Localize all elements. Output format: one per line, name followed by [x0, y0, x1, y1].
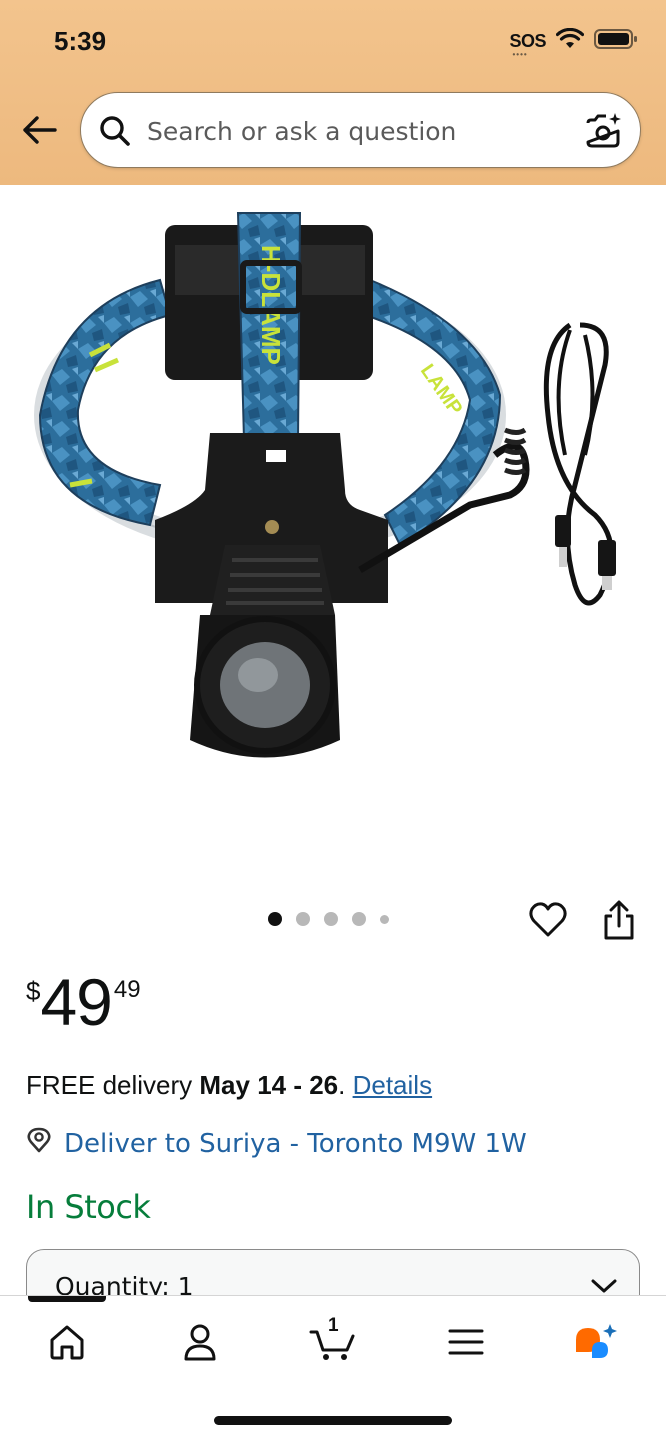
location-text[interactable]: Deliver to Suriya - Toronto M9W 1W [64, 1129, 527, 1159]
hamburger-icon [448, 1329, 484, 1355]
person-icon [184, 1324, 216, 1361]
delivery-info: FREE delivery May 14 - 26. Details [26, 1070, 432, 1101]
home-indicator [214, 1416, 452, 1425]
nav-rufus-ai[interactable] [562, 1312, 632, 1372]
camera-icon [586, 113, 621, 148]
status-icons: SOS •••• [509, 27, 638, 59]
bottom-navigation: 1 [0, 1295, 666, 1440]
cart-count-badge: 1 [328, 1315, 339, 1336]
sos-indicator: SOS •••• [509, 31, 546, 59]
arrow-left-icon [21, 115, 57, 150]
nav-home[interactable] [32, 1312, 102, 1372]
home-icon [50, 1325, 84, 1360]
status-bar: 5:39 SOS •••• [0, 0, 666, 80]
heart-icon [529, 902, 567, 937]
carousel-dot[interactable] [296, 912, 310, 926]
location-pin-icon [26, 1127, 52, 1160]
product-image[interactable]: LAMP H-DLAMP [0, 185, 666, 885]
carousel-dot[interactable] [352, 912, 366, 926]
product-price: $ 49 49 [26, 962, 141, 1042]
search-bar[interactable] [80, 92, 641, 168]
wifi-icon [555, 27, 585, 55]
delivery-details-link[interactable]: Details [353, 1070, 432, 1100]
carousel-dot[interactable] [380, 914, 389, 924]
headlamp-product-photo: LAMP H-DLAMP [34, 212, 616, 758]
search-icon [99, 115, 131, 152]
delivery-suffix: . [338, 1070, 353, 1100]
nav-menu[interactable] [431, 1312, 501, 1372]
stock-status: In Stock [26, 1188, 151, 1226]
nav-cart[interactable]: 1 [298, 1312, 368, 1372]
carousel-dot[interactable] [324, 912, 338, 926]
delivery-prefix: FREE delivery [26, 1070, 200, 1100]
app-header: 5:39 SOS •••• [0, 0, 666, 185]
add-to-wishlist-button[interactable] [528, 900, 568, 940]
camera-search-button[interactable] [584, 111, 626, 151]
active-tab-indicator [28, 1296, 106, 1302]
carousel-dot[interactable] [268, 912, 282, 926]
price-currency: $ [26, 976, 41, 1006]
image-carousel-indicator[interactable] [268, 912, 389, 926]
search-input[interactable] [147, 111, 567, 151]
price-fraction: 49 [113, 976, 141, 1003]
nav-account[interactable] [165, 1312, 235, 1372]
price-whole: 49 [40, 965, 112, 1039]
deliver-to-location[interactable]: Deliver to Suriya - Toronto M9W 1W [26, 1127, 527, 1160]
battery-icon [594, 28, 638, 55]
share-button[interactable] [602, 900, 636, 942]
rufus-ai-icon [576, 1324, 617, 1358]
share-icon [604, 900, 634, 940]
delivery-dates: May 14 - 26 [199, 1070, 339, 1100]
back-button[interactable] [18, 113, 60, 151]
status-time: 5:39 [54, 26, 107, 56]
